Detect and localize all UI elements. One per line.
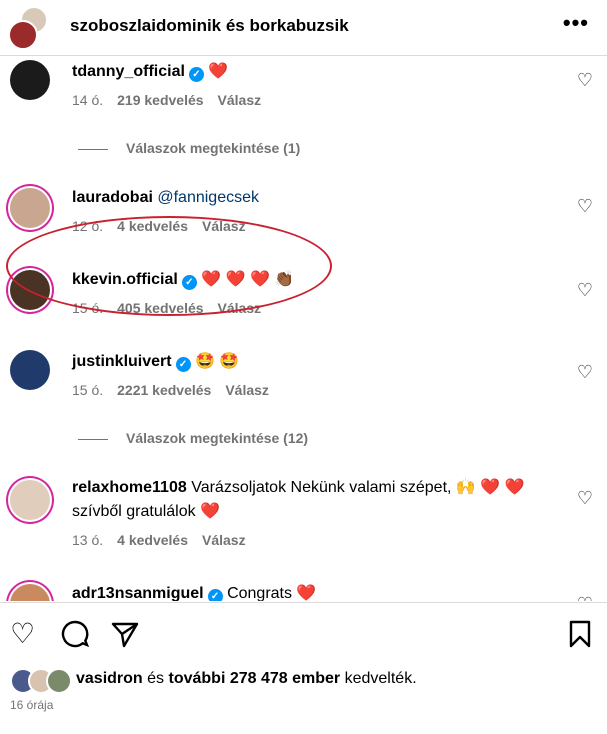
verified-icon: ✓ xyxy=(207,589,223,601)
comment-icon[interactable] xyxy=(60,619,90,649)
comment-username[interactable]: justinkluivert xyxy=(72,353,172,370)
comment-text: ❤️ xyxy=(208,63,229,80)
comment-likes[interactable]: 219 kedvelés xyxy=(117,92,203,108)
comment-list[interactable]: tdanny_official ✓ ❤️ 14 ó. 219 kedvelés Vál… xyxy=(0,56,607,601)
avatar[interactable] xyxy=(10,60,50,100)
avatar[interactable] xyxy=(10,584,50,601)
view-replies-button[interactable]: Válaszok megtekintése (12) xyxy=(78,430,308,446)
heart-icon[interactable]: ♡ xyxy=(577,70,593,91)
post-timestamp[interactable]: 16 órája xyxy=(10,698,53,712)
reply-button[interactable]: Válasz xyxy=(218,92,262,108)
divider xyxy=(78,148,108,150)
likes-connector: és xyxy=(147,670,165,687)
comment-likes[interactable]: 4 kedvelés xyxy=(117,532,188,548)
avatar[interactable] xyxy=(10,480,50,520)
comment-username[interactable]: adr13nsanmiguel xyxy=(72,585,204,601)
post-title[interactable]: szoboszlaidominik és borkabuzsik xyxy=(70,16,349,36)
heart-icon[interactable]: ♡ xyxy=(577,196,593,217)
comment-likes[interactable]: 2221 kedvelés xyxy=(117,382,211,398)
action-bar: ♡ xyxy=(0,602,607,663)
post-header: szoboszlaidominik és borkabuzsik ••• xyxy=(0,0,607,56)
reply-button[interactable]: Válasz xyxy=(202,532,246,548)
view-replies-label: Válaszok megtekintése (1) xyxy=(126,140,301,156)
comment-username[interactable]: relaxhome1108 xyxy=(72,479,187,496)
comment-text: Congrats ❤️ xyxy=(227,585,317,601)
avatar[interactable] xyxy=(46,668,72,694)
comment-username[interactable]: tdanny_official xyxy=(72,63,185,80)
avatar[interactable] xyxy=(8,20,38,50)
comment-time[interactable]: 15 ó. xyxy=(72,382,103,398)
bookmark-icon[interactable] xyxy=(568,619,592,649)
comment-mention[interactable]: @fannigecsek xyxy=(157,189,259,206)
highlight-annotation xyxy=(6,216,332,316)
view-replies-label: Válaszok megtekintése (12) xyxy=(126,430,309,446)
heart-icon[interactable]: ♡ xyxy=(577,488,593,509)
avatar[interactable] xyxy=(10,350,50,390)
heart-icon[interactable]: ♡ xyxy=(10,617,35,650)
verified-icon: ✓ xyxy=(175,357,191,372)
heart-icon[interactable]: ♡ xyxy=(577,280,593,301)
comment-time[interactable]: 14 ó. xyxy=(72,92,103,108)
divider xyxy=(78,438,108,440)
comment-username[interactable]: lauradobai xyxy=(72,189,153,206)
reply-button[interactable]: Válasz xyxy=(225,382,269,398)
share-icon[interactable] xyxy=(110,619,140,649)
likes-summary: vasidron és további 278 478 ember kedvel… xyxy=(10,666,600,694)
more-icon[interactable]: ••• xyxy=(563,10,589,36)
likes-suffix: kedvelték. xyxy=(344,670,417,687)
heart-icon[interactable]: ♡ xyxy=(577,594,593,601)
liker-username[interactable]: vasidron xyxy=(76,670,143,687)
view-replies-button[interactable]: Válaszok megtekintése (1) xyxy=(78,140,300,156)
verified-icon: ✓ xyxy=(188,67,204,82)
comment-time[interactable]: 13 ó. xyxy=(72,532,103,548)
avatar[interactable] xyxy=(10,188,50,228)
heart-icon[interactable]: ♡ xyxy=(577,362,593,383)
likes-count[interactable]: további 278 478 ember xyxy=(169,670,341,687)
comment-text: 🤩 🤩 xyxy=(195,353,240,370)
